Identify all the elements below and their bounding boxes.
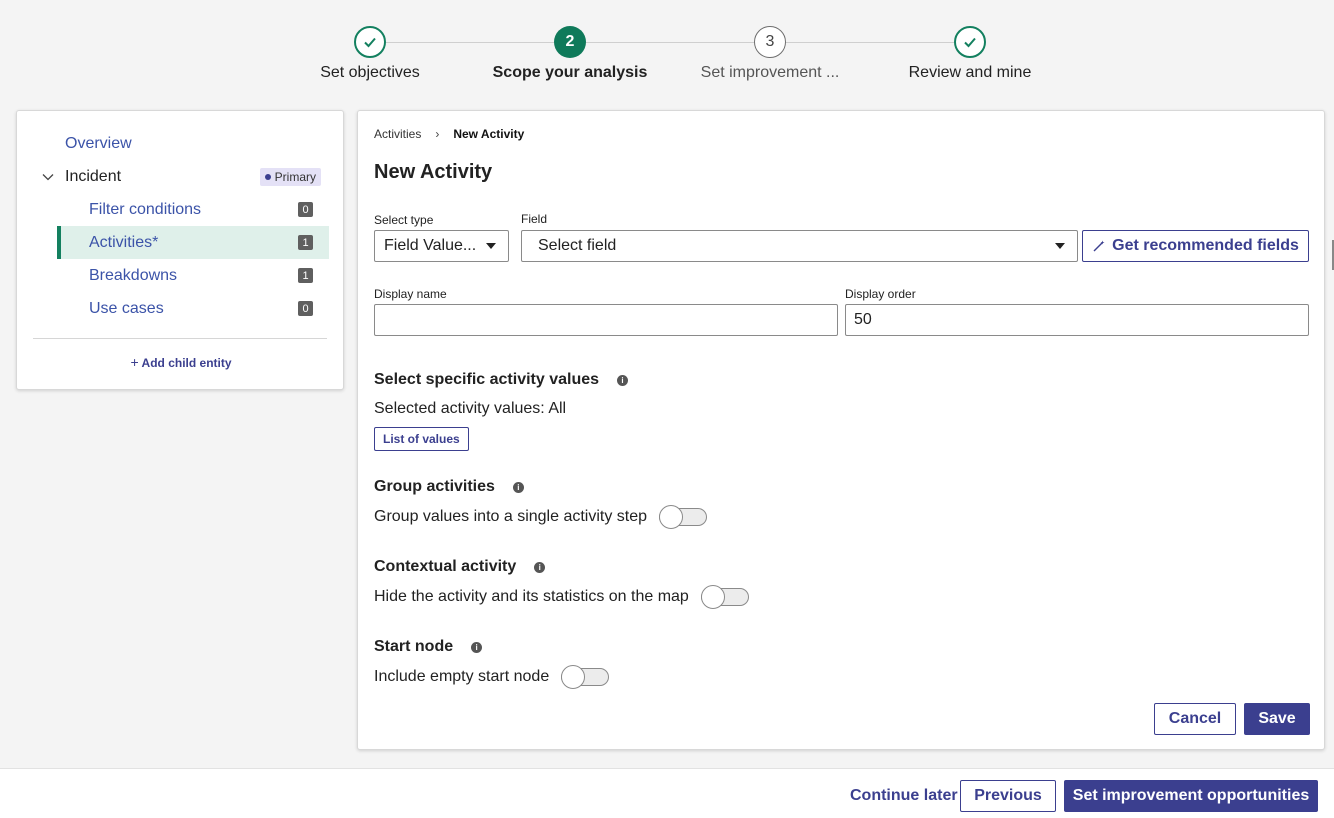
add-child-label: Add child entity — [141, 356, 232, 370]
tree-item-overview[interactable]: Overview — [17, 127, 329, 160]
caret-down-icon — [486, 243, 496, 249]
tree-item-filter-conditions[interactable]: Filter conditions 0 — [17, 193, 329, 226]
tree-item-label: Overview — [65, 134, 132, 152]
caret-down-icon — [1055, 243, 1065, 249]
page-title: New Activity — [374, 161, 493, 183]
group-activities-heading: Group activities i — [374, 478, 524, 496]
display-name-input[interactable] — [374, 304, 838, 336]
display-order-label: Display order — [845, 287, 916, 301]
info-icon[interactable]: i — [471, 641, 483, 653]
continue-later-link[interactable]: Continue later — [850, 787, 958, 805]
cancel-button[interactable]: Cancel — [1154, 703, 1236, 735]
breadcrumb-current: New Activity — [453, 127, 525, 141]
display-order-value: 50 — [854, 311, 872, 328]
tree-item-label: Filter conditions — [89, 200, 202, 218]
section-heading-text: Select specific activity values — [374, 371, 600, 388]
info-icon[interactable]: i — [512, 481, 524, 493]
step-label: Scope your analysis — [492, 64, 648, 81]
step-label: Review and mine — [908, 64, 1032, 81]
display-order-input[interactable]: 50 — [845, 304, 1309, 336]
info-icon[interactable]: i — [534, 561, 546, 573]
selected-values-text: Selected activity values: All — [374, 400, 567, 417]
activity-form-panel: Activities › New Activity New Activity S… — [357, 110, 1325, 750]
plus-icon: + — [130, 354, 139, 370]
section-heading-text: Start node — [374, 638, 454, 655]
group-activities-row: Group values into a single activity step — [374, 505, 708, 529]
count-badge: 1 — [298, 235, 313, 250]
display-name-label: Display name — [374, 287, 447, 301]
check-icon — [954, 26, 986, 58]
start-node-row: Include empty start node — [374, 665, 610, 689]
divider — [33, 338, 327, 339]
tree-item-incident[interactable]: Incident Primary — [17, 160, 329, 193]
tree-item-label: Breakdowns — [89, 266, 178, 284]
contextual-activity-heading: Contextual activity i — [374, 558, 546, 576]
add-child-entity-button[interactable]: + Add child entity — [17, 354, 345, 370]
tree-item-breakdowns[interactable]: Breakdowns 1 — [17, 259, 329, 292]
tree-item-use-cases[interactable]: Use cases 0 — [17, 292, 329, 325]
toggle-label: Group values into a single activity step — [374, 508, 648, 525]
entity-tree-panel: Overview Incident Primary Filter conditi… — [16, 110, 344, 390]
step-scope-analysis[interactable]: 2 Scope your analysis — [470, 26, 670, 82]
tree-item-label: Activities* — [89, 233, 159, 251]
step-number: 2 — [554, 26, 586, 58]
primary-badge: Primary — [259, 167, 321, 186]
count-badge: 0 — [298, 301, 313, 316]
select-type-dropdown[interactable]: Field Value... — [374, 230, 509, 262]
chevron-right-icon: › — [435, 127, 440, 141]
check-icon — [354, 26, 386, 58]
tree-item-activities[interactable]: Activities* 1 — [57, 226, 329, 259]
step-review-mine[interactable]: Review and mine — [870, 26, 1070, 82]
field-value: Select field — [538, 237, 617, 254]
section-heading-text: Group activities — [374, 478, 495, 495]
list-of-values-button[interactable]: List of values — [374, 427, 469, 451]
toggle-knob — [561, 665, 586, 689]
wizard-footer: Continue later Previous Set improvement … — [0, 768, 1334, 818]
step-label: Set objectives — [320, 64, 420, 81]
start-node-heading: Start node i — [374, 638, 483, 656]
select-type-label: Select type — [374, 213, 434, 227]
group-activities-toggle[interactable] — [659, 505, 708, 529]
toggle-knob — [700, 585, 725, 609]
chevron-down-icon[interactable] — [41, 170, 55, 184]
recommend-label: Get recommended fields — [1112, 237, 1299, 254]
field-dropdown[interactable]: Select field — [521, 230, 1078, 262]
toggle-label: Hide the activity and its statistics on … — [374, 588, 689, 605]
info-icon[interactable]: i — [617, 374, 629, 386]
save-button[interactable]: Save — [1244, 703, 1310, 735]
start-node-toggle[interactable] — [561, 665, 610, 689]
step-set-improvement[interactable]: 3 Set improvement ... — [670, 26, 870, 82]
specific-values-heading: Select specific activity values i — [374, 371, 629, 389]
field-label: Field — [521, 212, 548, 226]
contextual-activity-row: Hide the activity and its statistics on … — [374, 585, 749, 609]
wizard-stepper: Set objectives 2 Scope your analysis 3 S… — [0, 0, 1334, 100]
toggle-label: Include empty start node — [374, 668, 550, 685]
section-heading-text: Contextual activity — [374, 558, 517, 575]
badge-label: Primary — [274, 169, 316, 184]
toggle-knob — [659, 505, 684, 529]
count-badge: 1 — [298, 268, 313, 283]
step-set-objectives[interactable]: Set objectives — [270, 26, 470, 82]
tree-item-label: Use cases — [89, 299, 164, 317]
step-number: 3 — [754, 26, 786, 58]
breadcrumb: Activities › New Activity — [374, 127, 524, 141]
select-type-value: Field Value... — [384, 237, 477, 254]
magic-wand-icon — [1093, 240, 1105, 252]
step-label: Set improvement ... — [700, 64, 840, 81]
contextual-activity-toggle[interactable] — [700, 585, 749, 609]
previous-button[interactable]: Previous — [960, 780, 1056, 812]
get-recommended-fields-button[interactable]: Get recommended fields — [1082, 230, 1309, 262]
dot-icon — [264, 173, 271, 180]
tree-item-label: Incident — [65, 167, 122, 185]
count-badge: 0 — [298, 202, 313, 217]
set-improvement-opportunities-button[interactable]: Set improvement opportunities — [1064, 780, 1318, 812]
breadcrumb-activities-link[interactable]: Activities — [374, 127, 421, 141]
